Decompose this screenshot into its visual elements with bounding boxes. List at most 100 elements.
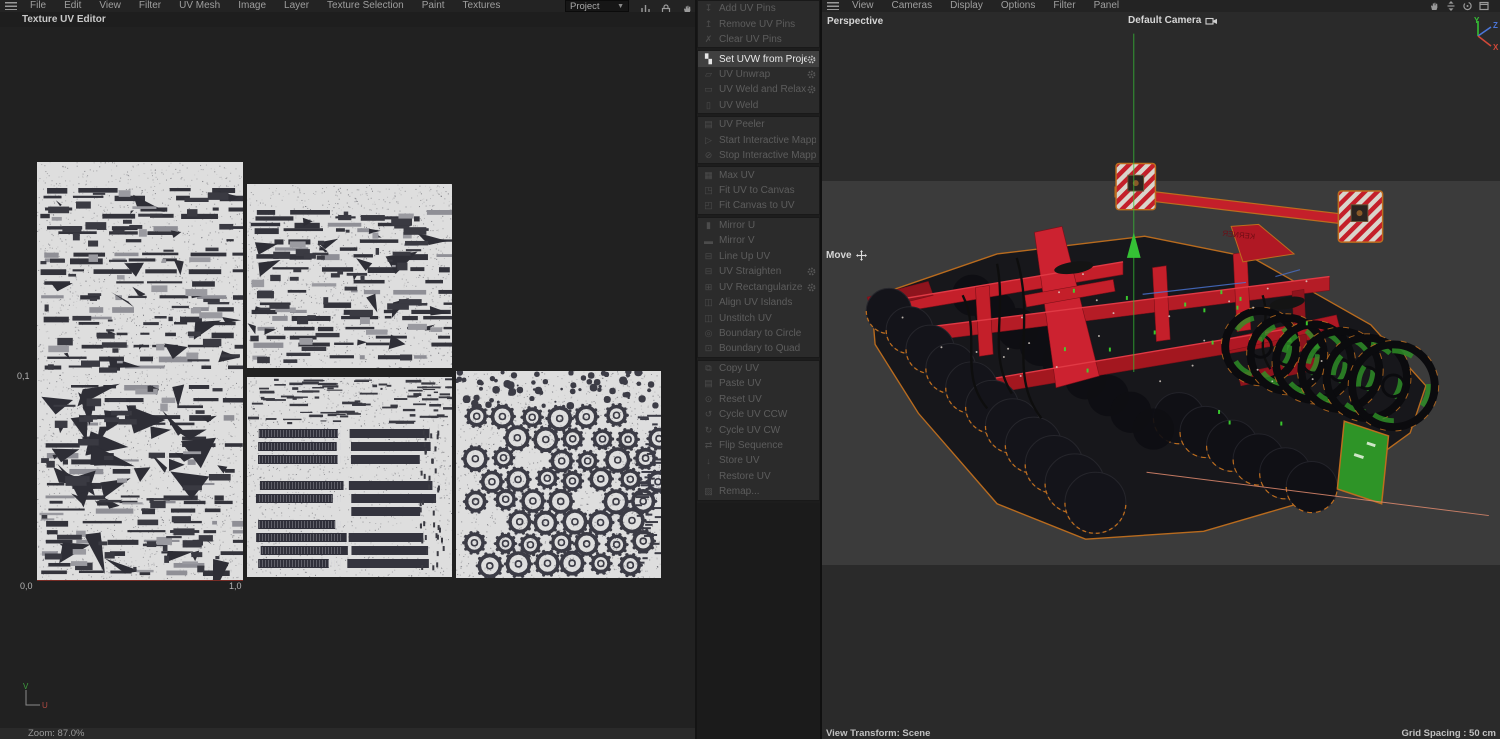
uv-menu-item-label: UV Peeler: [719, 119, 816, 130]
project-dropdown[interactable]: Project ▼: [565, 0, 629, 12]
remap-icon: ▨: [702, 486, 715, 497]
menu-paint[interactable]: Paint: [413, 0, 454, 12]
uv-menu-item-mirror-u[interactable]: ▮ Mirror U: [698, 218, 819, 233]
camera-label-wrap[interactable]: Default Camera: [1128, 15, 1218, 26]
uv-menu-item-uv-unwrap[interactable]: ▱UV Unwrap: [698, 67, 819, 82]
uv-menu-item-restore-uv[interactable]: ↑Restore UV: [698, 469, 819, 484]
viewport-3d[interactable]: KERNER Perspective Default Camera Move Y…: [822, 12, 1500, 728]
uv-menu-item-unstitch-uv[interactable]: ◫Unstitch UV: [698, 310, 819, 325]
uv-menu-item-cycle-uv-ccw[interactable]: ↺Cycle UV CCW: [698, 407, 819, 422]
menu-uv-mesh[interactable]: UV Mesh: [170, 0, 229, 12]
menu-edit[interactable]: Edit: [55, 0, 90, 12]
uv-menu-item-boundary-to-circle[interactable]: ◎Boundary to Circle: [698, 326, 819, 341]
uv-menu-item-boundary-to-quad[interactable]: ⊡Boundary to Quad: [698, 341, 819, 356]
uv-tile-bottom-right[interactable]: [456, 371, 661, 578]
uv-menu-item-label: UV Unwrap: [719, 69, 807, 80]
menu-filter[interactable]: Filter: [130, 0, 170, 12]
zoom-status: Zoom: 87.0%: [28, 728, 85, 739]
projection-icon: ▚: [702, 54, 715, 65]
uv-menu-item-label: Flip Sequence: [719, 440, 816, 451]
uv-menu-item-stop-interactive-mapping[interactable]: ⊘Stop Interactive Mapping: [698, 148, 819, 163]
z-axis-label: Z: [1493, 21, 1498, 30]
uv-menu-item-cycle-uv-cw[interactable]: ↻Cycle UV CW: [698, 422, 819, 437]
uv-tile-bottom-left[interactable]: [37, 377, 243, 580]
uv-menu-item-reset-uv[interactable]: ⊙ Reset UV: [698, 392, 819, 407]
menu-file[interactable]: File: [21, 0, 55, 12]
uv-menu-item-max-uv[interactable]: ▦Max UV: [698, 167, 819, 182]
mirror-u-icon: ▮: [702, 220, 715, 231]
fit-uv-icon: ◳: [702, 185, 715, 196]
uv-menu-item-remove-uv-pins[interactable]: ↥Remove UV Pins: [698, 16, 819, 31]
uv-menu-item-uv-straighten[interactable]: ⊟UV Straighten: [698, 264, 819, 279]
uv-menu-item-label: Fit UV to Canvas: [719, 185, 816, 196]
menu-textures[interactable]: Textures: [454, 0, 510, 12]
uv-menu-item-copy-uv[interactable]: ⧉Copy UV: [698, 361, 819, 376]
clear-icon: ✗: [702, 34, 715, 45]
uv-tile-top-middle[interactable]: [247, 184, 452, 368]
maximize-icon[interactable]: [1479, 1, 1489, 11]
uv-menu-item-uv-peeler[interactable]: ▤UV Peeler: [698, 117, 819, 132]
uv-menu-item-start-interactive-mapping[interactable]: ▷Start Interactive Mapping: [698, 133, 819, 148]
cycle-ccw-icon: ↺: [702, 409, 715, 420]
uv-menu-item-fit-uv-to-canvas[interactable]: ◳ Fit UV to Canvas: [698, 183, 819, 198]
x-axis-label: X: [1493, 43, 1499, 52]
menu-image[interactable]: Image: [229, 0, 275, 12]
vp-menu-options[interactable]: Options: [992, 0, 1044, 12]
hamburger-icon[interactable]: [827, 2, 839, 10]
view-axis-gizmo[interactable]: Y Z X: [1458, 15, 1500, 57]
uv-menu-item-store-uv[interactable]: ↓Store UV: [698, 453, 819, 468]
mirror-v-icon: ▬: [702, 236, 715, 246]
uv-menu-item-flip-sequence[interactable]: ⇄Flip Sequence: [698, 438, 819, 453]
orbit-icon[interactable]: [1462, 1, 1473, 11]
uv-tile-top-left[interactable]: [37, 162, 243, 377]
reset-icon: ⊙: [702, 394, 715, 405]
boundary-circle-icon: ◎: [702, 328, 715, 339]
settings-gear-icon[interactable]: [807, 85, 816, 94]
uv-menu-item-label: Mirror V: [719, 235, 816, 246]
pan-vertical-icon[interactable]: [1446, 1, 1456, 11]
vp-menu-filter[interactable]: Filter: [1044, 0, 1084, 12]
menu-texture-selection[interactable]: Texture Selection: [318, 0, 413, 12]
settings-gear-icon[interactable]: [807, 267, 816, 276]
vp-menu-panel[interactable]: Panel: [1085, 0, 1129, 12]
uv-menu-item-label: Mirror U: [719, 220, 816, 231]
uv-menu-item-label: Reset UV: [719, 394, 816, 405]
uv-menu-item-align-uv-islands[interactable]: ◫ Align UV Islands: [698, 295, 819, 310]
vp-menu-display[interactable]: Display: [941, 0, 992, 12]
store-icon: ↓: [702, 456, 715, 466]
uv-menu-item-set-uvw-from-projection[interactable]: ▚Set UVW from Projection: [698, 51, 819, 66]
uv-menu-item-label: Cycle UV CW: [719, 425, 816, 436]
viewport-view-label[interactable]: Perspective: [827, 16, 883, 27]
uv-menu-item-remap-[interactable]: ▨ Remap...: [698, 484, 819, 499]
uv-menu-item-uv-rectangularize[interactable]: ⊞UV Rectangularize: [698, 279, 819, 294]
hand-icon[interactable]: [1429, 1, 1440, 11]
uv-menu-group: ↧Add UV Pins↥Remove UV Pins✗Clear UV Pin…: [697, 0, 820, 48]
hamburger-icon[interactable]: [5, 2, 17, 10]
menu-layer[interactable]: Layer: [275, 0, 318, 12]
unstitch-icon: ◫: [702, 313, 715, 324]
align-islands-icon: ◫: [702, 297, 715, 308]
uv-command-panel: ↧Add UV Pins↥Remove UV Pins✗Clear UV Pin…: [697, 0, 820, 503]
uv-coord-10: 1,0: [229, 581, 242, 591]
uv-menu-item-fit-canvas-to-uv[interactable]: ◰Fit Canvas to UV: [698, 198, 819, 213]
uv-menu-item-uv-weld-and-relax[interactable]: ▭UV Weld and Relax: [698, 82, 819, 97]
copy-icon: ⧉: [702, 363, 715, 374]
vp-menu-cameras[interactable]: Cameras: [883, 0, 942, 12]
uv-menu-item-add-uv-pins[interactable]: ↧Add UV Pins: [698, 1, 819, 16]
uv-tile-bottom-middle[interactable]: [247, 377, 452, 577]
uv-menu-item-label: Remap...: [719, 486, 816, 497]
uv-menu-item-paste-uv[interactable]: ▤Paste UV: [698, 376, 819, 391]
settings-gear-icon[interactable]: [807, 283, 816, 292]
play-icon: ▷: [702, 135, 715, 146]
uv-menu-item-clear-uv-pins[interactable]: ✗Clear UV Pins: [698, 32, 819, 47]
uv-menu-item-mirror-v[interactable]: ▬ Mirror V: [698, 233, 819, 248]
uv-menu-item-label: Align UV Islands: [719, 297, 816, 308]
pin-remove-icon: ↥: [702, 19, 715, 30]
vp-menu-view[interactable]: View: [843, 0, 883, 12]
menu-view[interactable]: View: [90, 0, 130, 12]
settings-gear-icon[interactable]: [807, 70, 816, 79]
uv-menu-item-line-up-uv[interactable]: ⊟Line Up UV: [698, 249, 819, 264]
settings-gear-icon[interactable]: [807, 55, 816, 64]
machine-3d-model[interactable]: KERNER: [822, 12, 1500, 728]
uv-menu-item-uv-weld[interactable]: ▯UV Weld: [698, 98, 819, 113]
